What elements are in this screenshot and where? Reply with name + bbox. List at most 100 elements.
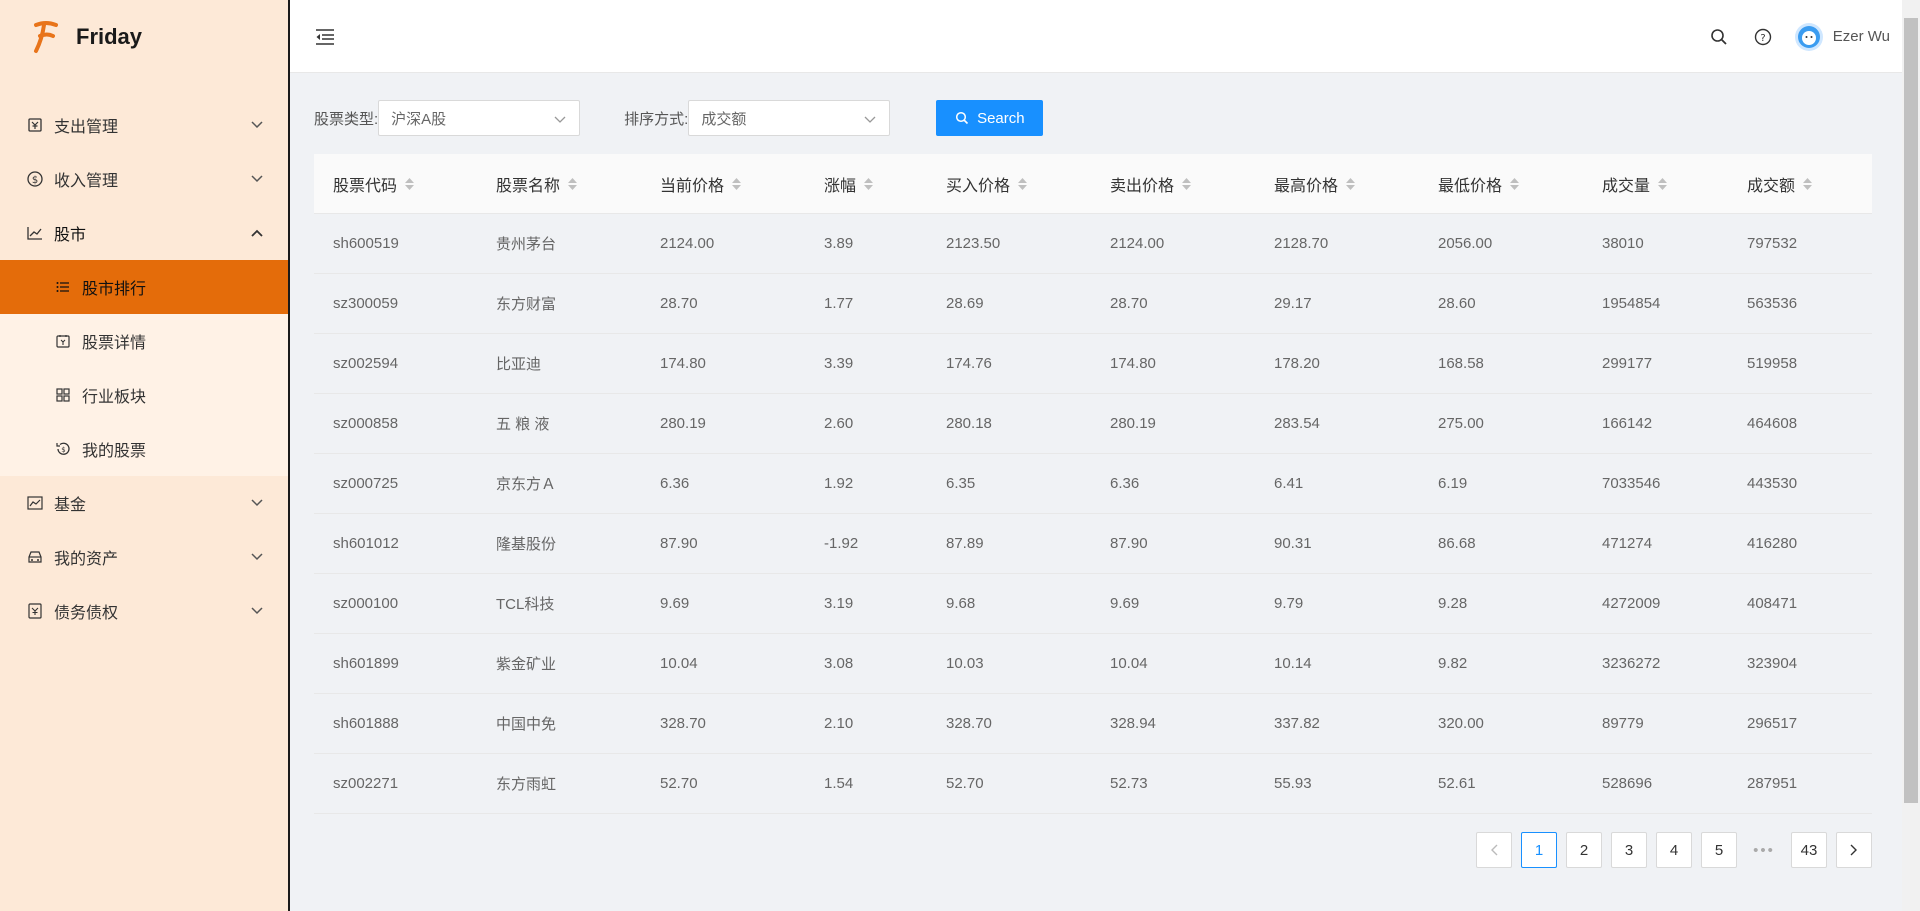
sort-icon[interactable] (1018, 177, 1028, 190)
table-cell: 443530 (1747, 475, 1798, 492)
table-cell: 比亚迪 (496, 356, 542, 373)
column-header[interactable]: 买入价格 (927, 172, 1091, 196)
sidebar-item-stock-ranking[interactable]: 股市排行 (0, 260, 288, 314)
page-ellipsis[interactable]: ••• (1746, 832, 1782, 868)
search-button[interactable]: Search (936, 100, 1044, 136)
sort-icon[interactable] (864, 177, 874, 190)
table-cell: 10.14 (1274, 655, 1312, 672)
sort-select[interactable]: 成交额 (688, 100, 891, 136)
sidebar-item-label: 债务债权 (54, 605, 119, 622)
table-row[interactable]: sz000725 京东方Ａ 6.36 1.92 6.35 6.36 6.41 6.19 7033… (314, 454, 1872, 514)
sidebar-item-income[interactable]: $ 收入管理 (0, 152, 288, 206)
sort-icon[interactable] (405, 177, 415, 190)
prev-page-button[interactable] (1476, 832, 1512, 868)
sidebar-item-fund[interactable]: 基金 (0, 476, 288, 530)
sort-icon[interactable] (732, 177, 742, 190)
table-cell: sh601899 (333, 655, 399, 672)
table-cell: 3.89 (824, 235, 854, 252)
sidebar-item-label: 我的资产 (54, 551, 119, 568)
svg-text:$: $ (32, 175, 38, 186)
calendar-icon (54, 332, 72, 350)
pagination: 1 2 3 4 5 ••• 43 (1476, 832, 1872, 868)
chevron-left-icon (1491, 844, 1498, 856)
column-header-label: 股票名称 (496, 177, 561, 195)
sidebar-item-expense[interactable]: 支出管理 (0, 98, 288, 152)
column-header[interactable]: 最高价格 (1255, 172, 1419, 196)
sidebar-item-label: 行业板块 (82, 389, 147, 406)
sidebar-item-assets[interactable]: 我的资产 (0, 530, 288, 584)
table-cell: 563536 (1747, 295, 1798, 312)
column-header[interactable]: 当前价格 (641, 172, 805, 196)
help-icon[interactable]: ? (1741, 15, 1785, 59)
next-page-button[interactable] (1836, 832, 1872, 868)
chevron-down-icon (553, 112, 567, 126)
chevron-right-icon (1850, 844, 1857, 856)
sort-icon[interactable] (1346, 177, 1356, 190)
chart-line-icon (26, 224, 44, 242)
table-cell: 29.17 (1274, 295, 1312, 312)
chevron-down-icon (250, 604, 264, 618)
page-1-button[interactable]: 1 (1521, 832, 1557, 868)
sidebar-item-industry[interactable]: 行业板块 (0, 368, 288, 422)
sidebar-item-stock-detail[interactable]: 股票详情 (0, 314, 288, 368)
table-header: 股票代码 股票名称 当前价格 涨幅 买入价格 卖出价格 最高价格 最低价格 成交量 成交额 (314, 154, 1872, 214)
logo[interactable]: Friday (0, 0, 288, 74)
stock-type-select[interactable]: 沪深A股 (378, 100, 581, 136)
column-header-label: 卖出价格 (1110, 177, 1175, 195)
table-row[interactable]: sz002271 东方雨虹 52.70 1.54 52.70 52.73 55.93 52.6… (314, 754, 1872, 814)
table-cell: 1.92 (824, 475, 854, 492)
table-cell: 299177 (1602, 355, 1653, 372)
sidebar-item-my-stocks[interactable]: $ 我的股票 (0, 422, 288, 476)
sort-icon[interactable] (568, 177, 578, 190)
table-cell: 10.04 (660, 655, 698, 672)
page-3-button[interactable]: 3 (1611, 832, 1647, 868)
table-cell: 隆基股份 (496, 536, 557, 553)
page-2-button[interactable]: 2 (1566, 832, 1602, 868)
history-icon: $ (54, 440, 72, 458)
table-row[interactable]: sz000100 TCL科技 9.69 3.19 9.68 9.69 9.79 9.28 427… (314, 574, 1872, 634)
table-row[interactable]: sz000858 五 粮 液 280.19 2.60 280.18 280.19 283.5… (314, 394, 1872, 454)
user-menu[interactable]: Ezer Wu (1794, 22, 1890, 51)
column-header[interactable]: 卖出价格 (1091, 172, 1255, 196)
sort-icon[interactable] (1182, 177, 1192, 190)
sidebar: Friday 支出管理 $ 收入管理 股市 股市排行 股票详情 行业板块 $ 我… (0, 0, 290, 911)
column-header[interactable]: 股票名称 (477, 172, 641, 196)
column-header[interactable]: 涨幅 (805, 172, 927, 196)
svg-text:$: $ (61, 446, 65, 454)
table-cell: 90.31 (1274, 535, 1312, 552)
sort-icon[interactable] (1510, 177, 1520, 190)
chevron-down-icon (863, 112, 877, 126)
table-cell: 2056.00 (1438, 235, 1493, 252)
page-last-button[interactable]: 43 (1791, 832, 1827, 868)
table-cell: sh601012 (333, 535, 399, 552)
sidebar-item-stock-market[interactable]: 股市 (0, 206, 288, 260)
table-row[interactable]: sz300059 东方财富 28.70 1.77 28.69 28.70 29.17 28.6… (314, 274, 1872, 334)
scrollbar-thumb[interactable] (1904, 18, 1918, 803)
table-cell: 贵州茅台 (496, 236, 557, 253)
column-header[interactable]: 股票代码 (314, 172, 477, 196)
table-row[interactable]: sz002594 比亚迪 174.80 3.39 174.76 174.80 178.20 1… (314, 334, 1872, 394)
page-5-button[interactable]: 5 (1701, 832, 1737, 868)
table-row[interactable]: sh600519 贵州茅台 2124.00 3.89 2123.50 2124.00 212… (314, 214, 1872, 274)
table-cell: 280.19 (1110, 415, 1156, 432)
sort-icon[interactable] (1803, 177, 1813, 190)
table-cell: 408471 (1747, 595, 1798, 612)
avatar (1794, 22, 1823, 51)
search-icon (955, 111, 969, 125)
sort-icon[interactable] (1658, 177, 1668, 190)
table-cell: 6.19 (1438, 475, 1468, 492)
column-header[interactable]: 成交额 (1728, 172, 1872, 196)
vertical-scrollbar[interactable] (1902, 0, 1920, 911)
table-row[interactable]: sh601888 中国中免 328.70 2.10 328.70 328.94 337.82… (314, 694, 1872, 754)
menu-fold-icon[interactable] (314, 26, 336, 48)
sidebar-item-debt[interactable]: 债务债权 (0, 584, 288, 638)
table-cell: 28.70 (660, 295, 698, 312)
table-row[interactable]: sh601012 隆基股份 87.90 -1.92 87.89 87.90 90.31 86.… (314, 514, 1872, 574)
table-row[interactable]: sh601899 紫金矿业 10.04 3.08 10.03 10.04 10.14 9.82… (314, 634, 1872, 694)
column-header[interactable]: 成交量 (1583, 172, 1728, 196)
column-header[interactable]: 最低价格 (1419, 172, 1583, 196)
search-icon[interactable] (1697, 15, 1741, 59)
page-4-button[interactable]: 4 (1656, 832, 1692, 868)
table-cell: 4272009 (1602, 595, 1661, 612)
chevron-down-icon (250, 550, 264, 564)
